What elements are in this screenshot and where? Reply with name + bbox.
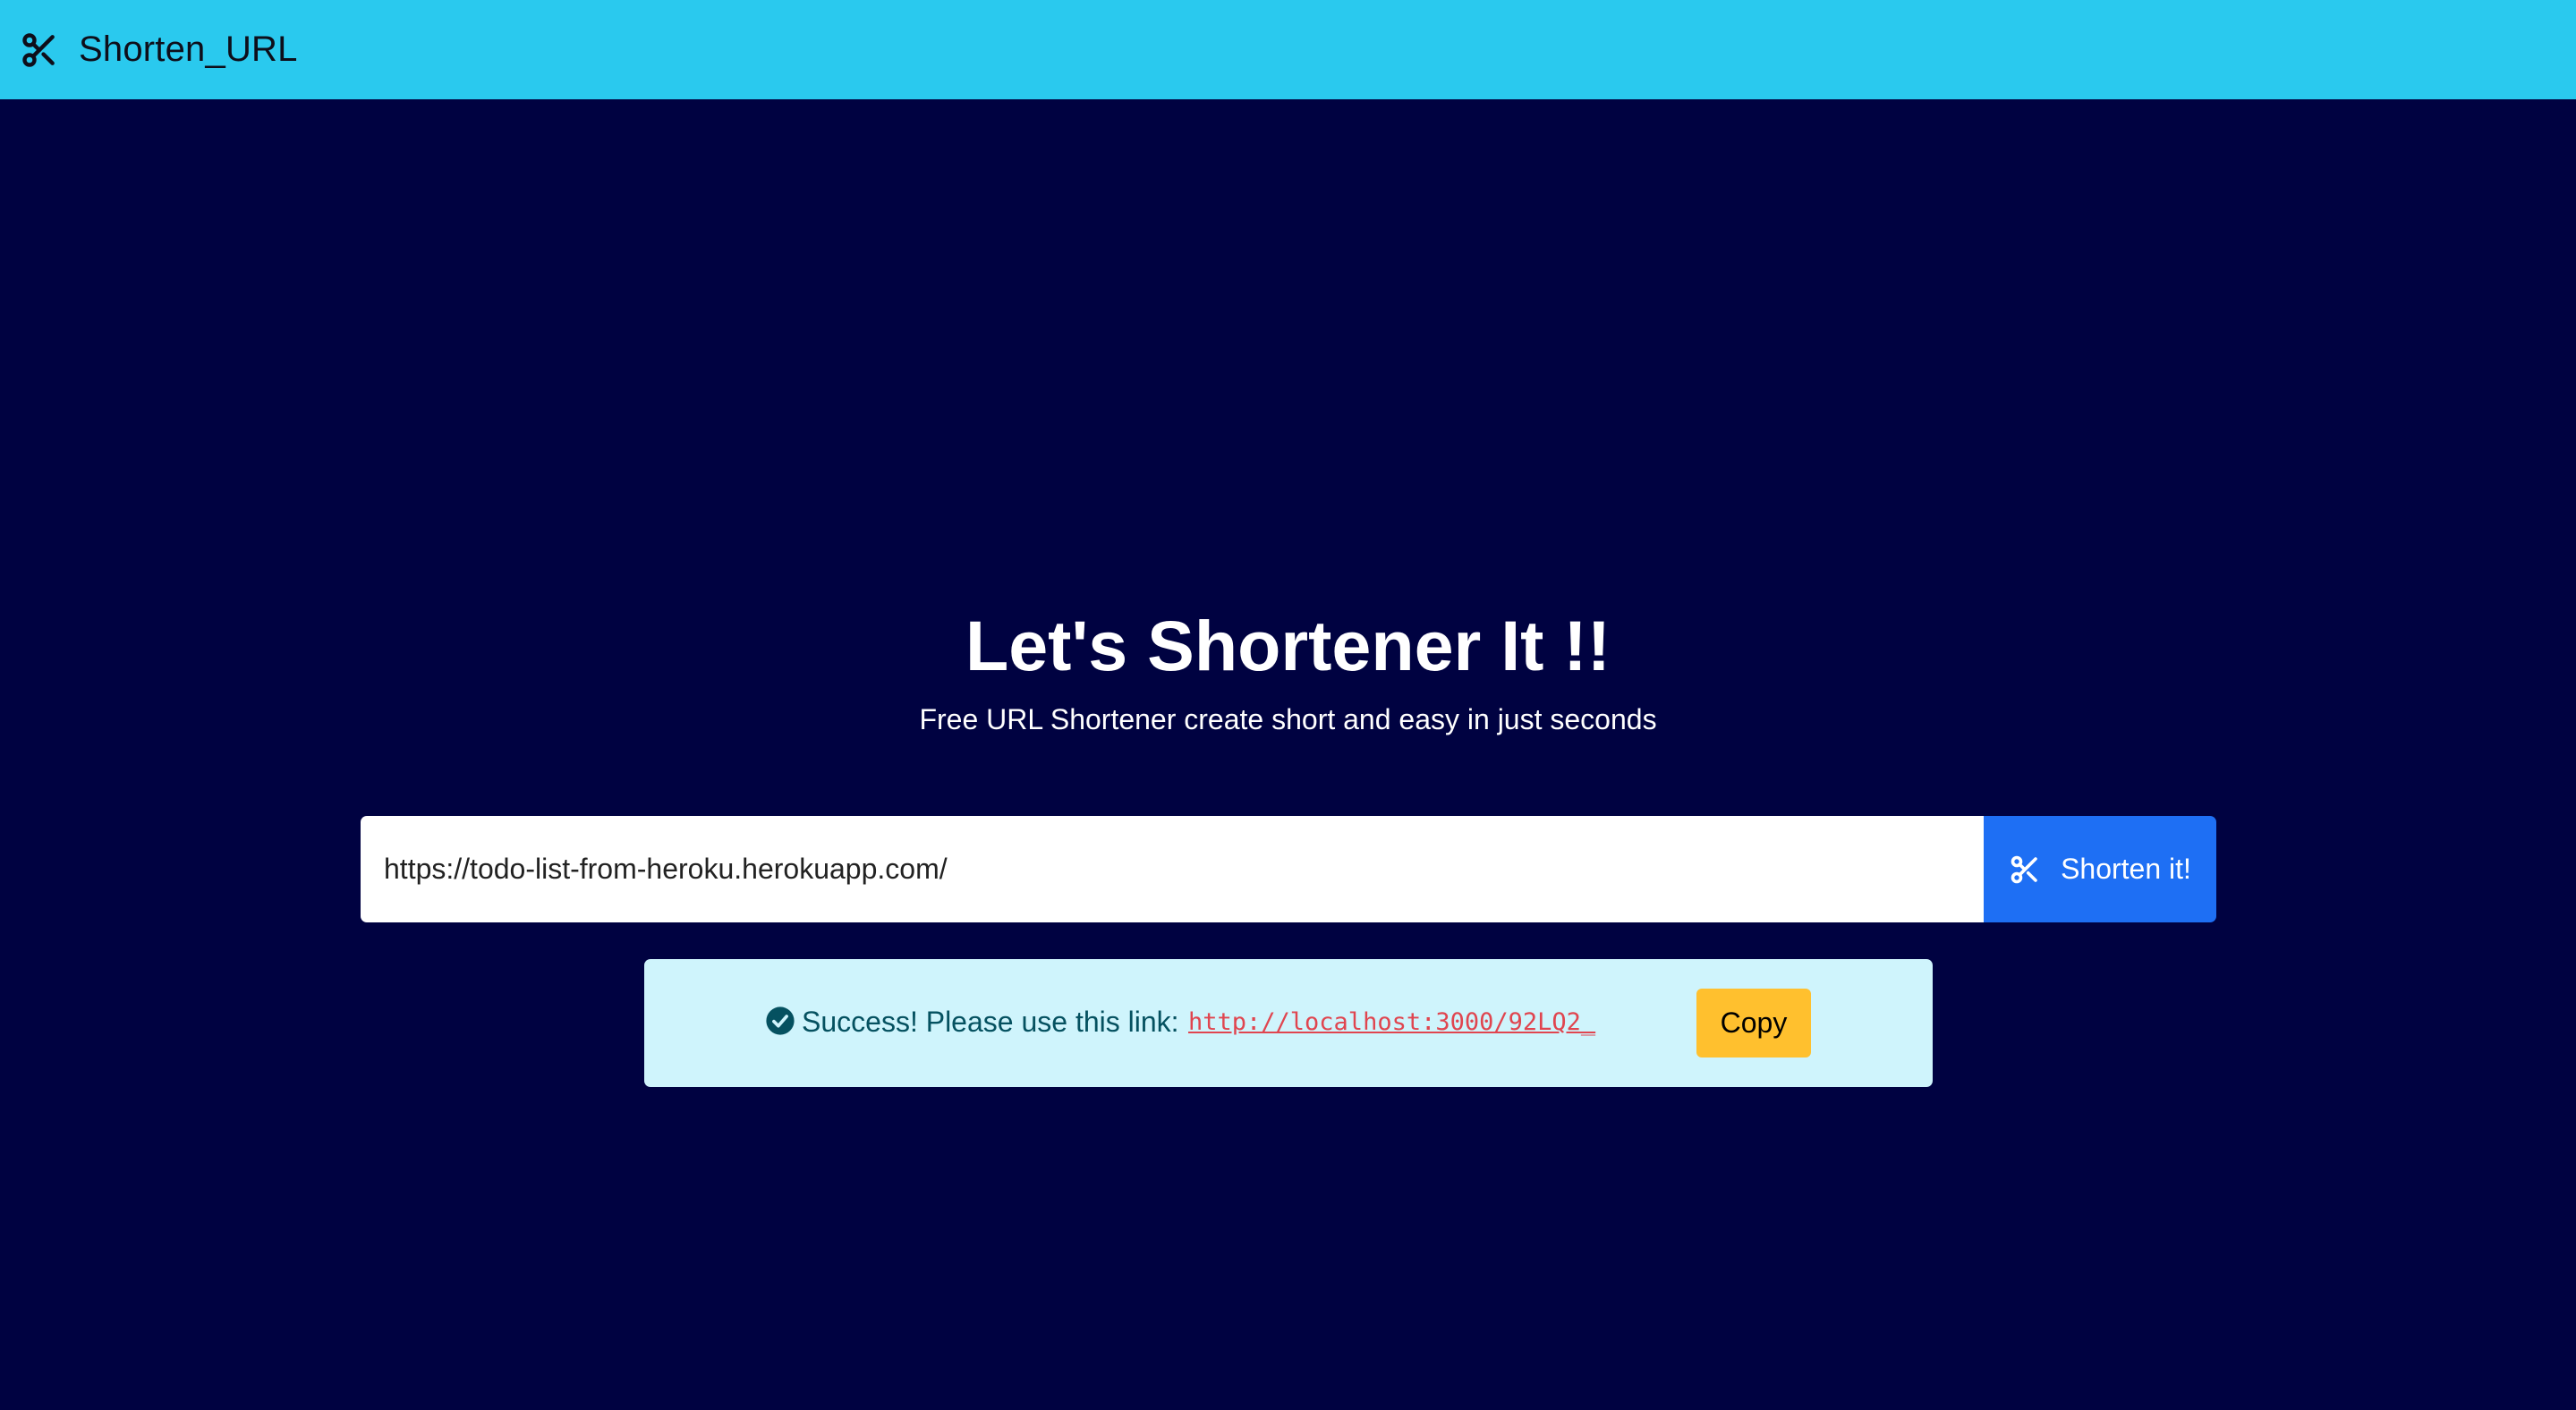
scissors-icon [2011,855,2037,883]
success-message: Success! Please use this link: [802,1006,1179,1038]
url-input[interactable] [361,816,1984,922]
copy-button[interactable]: Copy [1696,989,1811,1058]
shorten-form: Shorten it! [361,816,2216,922]
shorten-button[interactable]: Shorten it! [1984,816,2216,922]
page-title: Let's Shortener It !! [965,606,1611,685]
navbar: Shorten_URL [0,0,2576,99]
scissors-icon [22,32,55,67]
page-subtitle: Free URL Shortener create short and easy… [919,703,1657,735]
check-circle-icon [766,1007,795,1035]
brand-title: Shorten_URL [79,30,298,69]
brand-link[interactable]: Shorten_URL [20,30,298,70]
shorten-button-label: Shorten it! [2061,853,2191,885]
short-link[interactable]: http://localhost:3000/92LQ2_ [1188,1008,1595,1037]
hero: Let's Shortener It !! Free URL Shortener… [0,601,2576,737]
success-alert: Success! Please use this link: http://lo… [644,959,1933,1087]
